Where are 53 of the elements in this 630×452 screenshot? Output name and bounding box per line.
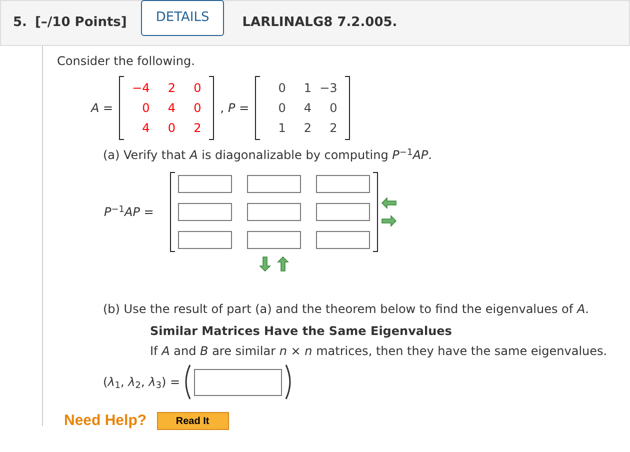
matrix-entry: 0	[192, 80, 202, 97]
part-b-prompt: (b) Use the result of part (a) and the theorem below to find the eigenvalues of A.	[103, 301, 590, 318]
matrix-entry: 0	[141, 100, 150, 117]
matrix-input-field[interactable]	[247, 175, 301, 193]
add-column-arrow-icon[interactable]	[381, 213, 397, 229]
matrix-entry: 2	[302, 120, 312, 137]
matrix-entry: 4	[141, 120, 150, 137]
theorem-text: If A and B are similar n × n matrices, then they have the same eigenvalues.	[150, 343, 608, 360]
eigenvalues-label: (λ$_{1}$, λ$_{2}$, λ$_{3}$) =	[103, 374, 180, 391]
need-help-label: Need Help?	[64, 411, 147, 431]
matrix-entry: 4	[302, 100, 312, 117]
matrix-entry: 0	[328, 100, 338, 117]
matrix-entry: 0	[192, 100, 202, 117]
matrix-entry: 1	[277, 120, 286, 137]
matrix-right-bracket	[345, 76, 350, 140]
matrix-entry: 2	[328, 120, 338, 137]
matrix-entry: 0	[277, 100, 286, 117]
remove-column-arrow-icon[interactable]	[381, 195, 397, 211]
matrix-right-bracket	[209, 76, 214, 140]
details-button[interactable]: DETAILS	[140, 0, 224, 36]
matrix-entry: 2	[166, 80, 176, 97]
matrix-entry: −4	[132, 80, 150, 97]
comma: ,	[220, 100, 224, 117]
read-it-button[interactable]: Read It	[156, 412, 229, 430]
matrix-left-bracket	[255, 76, 260, 140]
theorem-title: Similar Matrices Have the Same Eigenvalues	[150, 323, 453, 340]
remove-row-arrow-icon[interactable]	[275, 256, 291, 272]
matrix-input-field[interactable]	[178, 175, 232, 193]
eigenvalues-input-field[interactable]	[194, 368, 282, 396]
matrix-input-field[interactable]	[247, 231, 301, 249]
problem-id: LARLINALG8 7.2.005.	[242, 14, 398, 32]
answer-label: P$^{−1}$AP =	[104, 204, 155, 221]
left-parenthesis-icon	[182, 364, 192, 400]
matrix-input-field[interactable]	[316, 175, 370, 193]
intro-text: Consider the following.	[57, 53, 196, 70]
matrix-input-field[interactable]	[316, 203, 370, 221]
add-row-arrow-icon[interactable]	[257, 256, 273, 272]
matrix-entry: 4	[166, 100, 176, 117]
matrix-input-field[interactable]	[316, 231, 370, 249]
matrix-entry: −3	[320, 80, 338, 97]
matrix-left-bracket	[119, 76, 124, 140]
matrix-entry: 1	[302, 80, 312, 97]
matrix-entry: 0	[277, 80, 286, 97]
matrix-input-field[interactable]	[247, 203, 301, 221]
points-label: [–/10 Points]	[34, 14, 127, 32]
matrix-entry: 0	[166, 120, 176, 137]
matrix-input-field[interactable]	[178, 203, 232, 221]
matrix-label: P =	[228, 100, 250, 117]
question-number: 5.	[13, 14, 27, 32]
matrix-input-field[interactable]	[178, 231, 232, 249]
part-a-prompt: (a) Verify that A is diagonalizable by computing P$^{−1}$AP.	[103, 146, 433, 164]
matrix-entry: 2	[192, 120, 202, 137]
matrix-label: A =	[91, 100, 114, 117]
